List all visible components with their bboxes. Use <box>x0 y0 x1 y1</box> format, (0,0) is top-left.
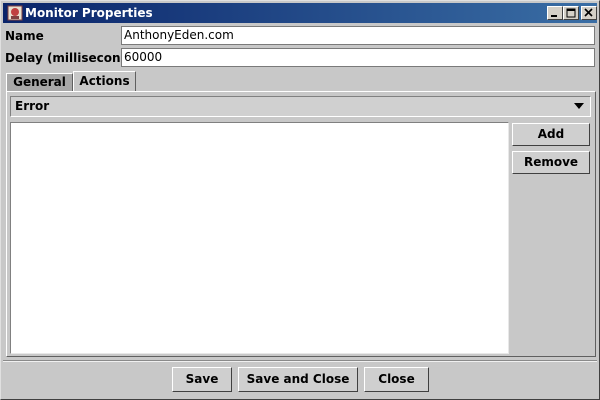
delay-field[interactable]: 60000 <box>121 48 595 67</box>
maximize-button[interactable] <box>563 6 579 20</box>
minimize-button[interactable] <box>547 6 563 20</box>
title-bar[interactable]: Monitor Properties <box>3 3 597 23</box>
name-field[interactable]: AnthonyEden.com <box>121 26 595 45</box>
name-label: Name <box>5 29 44 43</box>
close-icon <box>584 8 593 17</box>
maximize-icon <box>566 8 576 18</box>
save-button[interactable]: Save <box>172 367 232 392</box>
actions-list[interactable] <box>10 122 509 354</box>
add-button[interactable]: Add <box>512 123 590 146</box>
monitor-properties-window: Monitor Properties Name AnthonyEden.com … <box>0 0 600 400</box>
close-window-button[interactable] <box>581 6 597 20</box>
app-icon <box>7 5 23 21</box>
action-type-value: Error <box>15 99 50 113</box>
action-type-dropdown[interactable]: Error <box>10 96 591 117</box>
remove-button[interactable]: Remove <box>512 151 590 174</box>
footer-divider <box>3 360 597 362</box>
save-and-close-button[interactable]: Save and Close <box>238 367 358 392</box>
tab-general[interactable]: General <box>6 73 73 92</box>
close-button[interactable]: Close <box>364 367 429 392</box>
chevron-down-icon <box>574 103 584 109</box>
actions-tab-panel: Error Add Remove <box>6 91 596 357</box>
tab-actions[interactable]: Actions <box>73 71 136 92</box>
minimize-icon <box>551 15 557 17</box>
window-title: Monitor Properties <box>25 6 153 20</box>
